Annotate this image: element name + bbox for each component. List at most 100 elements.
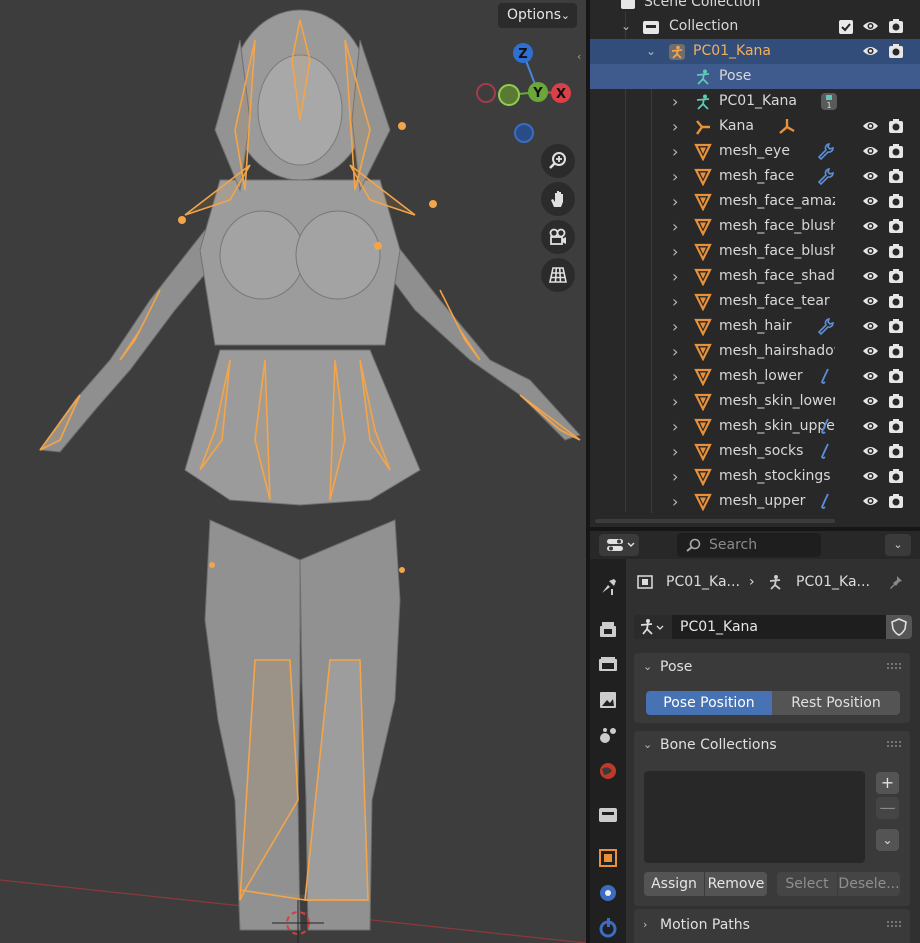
- eye-icon[interactable]: [862, 19, 879, 33]
- datablock-browse-button[interactable]: [634, 615, 672, 639]
- eye-icon[interactable]: [862, 419, 879, 433]
- camera-render-icon[interactable]: [888, 268, 904, 284]
- camera-render-icon[interactable]: [888, 168, 904, 184]
- outliner[interactable]: Scene Collection ⌄ Collection ⌄ PC01_Kana…: [590, 0, 920, 527]
- camera-render-icon[interactable]: [888, 443, 904, 459]
- tool-tab-icon[interactable]: [596, 575, 620, 599]
- outliner-row[interactable]: › mesh_lower: [590, 364, 920, 389]
- pan-button[interactable]: [541, 182, 575, 216]
- bone-icon[interactable]: [816, 417, 834, 435]
- outliner-row[interactable]: › Kana: [590, 114, 920, 139]
- eye-icon[interactable]: [862, 344, 879, 358]
- pin-icon[interactable]: [888, 574, 904, 590]
- bone-collections-header[interactable]: ⌄ Bone Collections: [634, 731, 910, 759]
- chevron-down-icon[interactable]: ⌄: [621, 14, 633, 39]
- eye-icon[interactable]: [862, 269, 879, 283]
- outliner-row[interactable]: › mesh_face: [590, 164, 920, 189]
- camera-render-icon[interactable]: [888, 243, 904, 259]
- render-tab-icon[interactable]: [596, 618, 620, 642]
- options-dropdown[interactable]: Options ⌄: [498, 3, 577, 28]
- pose-panel-header[interactable]: ⌄ Pose: [634, 653, 910, 681]
- breadcrumb-data[interactable]: PC01_Ka...: [796, 571, 870, 593]
- drag-handle-icon[interactable]: [886, 740, 902, 748]
- bone-icon[interactable]: [816, 367, 834, 385]
- outliner-row[interactable]: › mesh_face_blush: [590, 214, 920, 239]
- physics-tab-icon[interactable]: [596, 881, 620, 905]
- camera-render-icon[interactable]: [888, 343, 904, 359]
- scene-collection-row[interactable]: Scene Collection: [590, 0, 920, 15]
- chevron-right-icon[interactable]: ›: [672, 489, 684, 514]
- rest-position-button[interactable]: Rest Position: [772, 691, 900, 715]
- bone-icon[interactable]: [816, 442, 834, 460]
- camera-render-icon[interactable]: [888, 393, 904, 409]
- world-tab-icon[interactable]: [596, 759, 620, 783]
- properties-editor[interactable]: Search ⌄ PC01_Ka... › PC01_Ka... PC01_Ka…: [590, 531, 920, 943]
- eye-icon[interactable]: [862, 494, 879, 508]
- 3d-viewport[interactable]: Options ⌄ Z Y X ‹: [0, 0, 586, 943]
- projection-toggle-button[interactable]: [541, 258, 575, 292]
- collection-tab-icon[interactable]: [596, 803, 620, 827]
- chevron-right-icon[interactable]: ›: [672, 239, 684, 264]
- outliner-row[interactable]: › PC01_Kana 1: [590, 89, 920, 114]
- drag-handle-icon[interactable]: [886, 662, 902, 670]
- zoom-button[interactable]: [541, 144, 575, 178]
- add-button[interactable]: +: [876, 772, 899, 794]
- outliner-row[interactable]: › mesh_skin_upper: [590, 414, 920, 439]
- chevron-right-icon[interactable]: ›: [672, 314, 684, 339]
- outliner-row[interactable]: › mesh_upper: [590, 489, 920, 514]
- editor-type-button[interactable]: [599, 534, 639, 556]
- eye-icon[interactable]: [862, 169, 879, 183]
- outliner-row[interactable]: › mesh_hair: [590, 314, 920, 339]
- camera-render-icon[interactable]: [888, 43, 904, 59]
- eye-icon[interactable]: [862, 369, 879, 383]
- drag-handle-icon[interactable]: [886, 920, 902, 928]
- outliner-row[interactable]: › mesh_face_amaze: [590, 189, 920, 214]
- chevron-right-icon[interactable]: ›: [672, 164, 684, 189]
- chevron-right-icon[interactable]: ›: [672, 339, 684, 364]
- armature-data-icon[interactable]: [778, 117, 796, 135]
- scene-tab-icon[interactable]: [596, 723, 620, 747]
- eye-icon[interactable]: [862, 244, 879, 258]
- outliner-row[interactable]: › mesh_hairshadow: [590, 339, 920, 364]
- camera-render-icon[interactable]: [888, 118, 904, 134]
- camera-render-icon[interactable]: [888, 218, 904, 234]
- output-tab-icon[interactable]: [596, 653, 620, 677]
- motion-paths-header[interactable]: › Motion Paths: [634, 911, 910, 939]
- chevron-right-icon[interactable]: ›: [672, 264, 684, 289]
- chevron-right-icon[interactable]: ›: [672, 439, 684, 464]
- bone-collections-list[interactable]: [644, 771, 865, 863]
- outliner-row[interactable]: › mesh_face_blush: [590, 239, 920, 264]
- camera-render-icon[interactable]: [888, 418, 904, 434]
- exclude-checkbox[interactable]: [838, 19, 854, 35]
- fake-user-button[interactable]: [886, 615, 912, 639]
- camera-render-icon[interactable]: [888, 293, 904, 309]
- eye-icon[interactable]: [862, 469, 879, 483]
- breadcrumb-object[interactable]: PC01_Ka...: [666, 571, 740, 593]
- chevron-right-icon[interactable]: ›: [672, 89, 684, 114]
- remove-collection-button[interactable]: —: [876, 797, 899, 819]
- assign-button[interactable]: Assign: [644, 872, 704, 896]
- chevron-right-icon[interactable]: ›: [672, 364, 684, 389]
- eye-icon[interactable]: [862, 144, 879, 158]
- camera-render-icon[interactable]: [888, 193, 904, 209]
- wrench-icon[interactable]: [816, 167, 834, 185]
- camera-render-icon[interactable]: [888, 368, 904, 384]
- outliner-row[interactable]: › mesh_face_shado: [590, 264, 920, 289]
- chevron-right-icon[interactable]: ›: [672, 389, 684, 414]
- specials-menu-button[interactable]: ⌄: [876, 829, 899, 851]
- constraints-tab-icon[interactable]: [596, 915, 620, 939]
- navigation-gizmo[interactable]: Z Y X: [474, 40, 574, 150]
- outliner-row[interactable]: › mesh_eye: [590, 139, 920, 164]
- sidebar-toggle-icon[interactable]: ‹: [577, 50, 586, 66]
- chevron-right-icon[interactable]: ›: [672, 289, 684, 314]
- object-tab-icon[interactable]: [596, 846, 620, 870]
- chevron-right-icon[interactable]: ›: [672, 189, 684, 214]
- view-layer-tab-icon[interactable]: [596, 688, 620, 712]
- chevron-down-icon[interactable]: ⌄: [646, 39, 658, 64]
- camera-render-icon[interactable]: [888, 318, 904, 334]
- eye-icon[interactable]: [862, 294, 879, 308]
- eye-icon[interactable]: [862, 44, 879, 58]
- search-input[interactable]: Search: [677, 533, 821, 557]
- data-badge-icon[interactable]: 1: [820, 92, 838, 110]
- outliner-row-pose[interactable]: Pose: [590, 64, 920, 89]
